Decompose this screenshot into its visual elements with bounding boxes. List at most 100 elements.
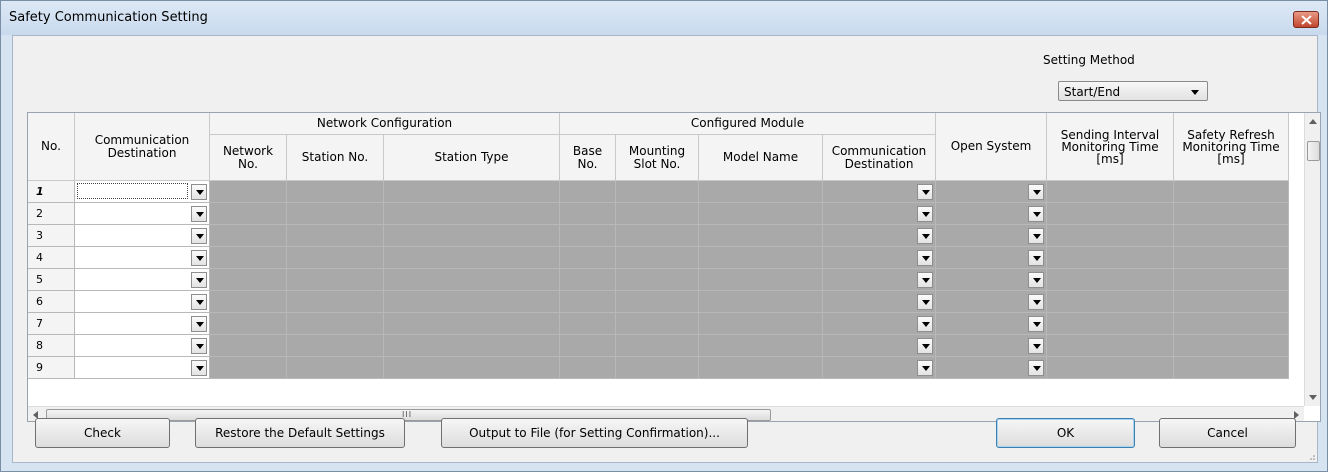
table-cell[interactable] bbox=[699, 291, 823, 313]
communication-destination-select[interactable] bbox=[75, 181, 210, 203]
table-row[interactable]: 7 bbox=[28, 313, 1289, 335]
chevron-down-icon[interactable] bbox=[191, 184, 207, 200]
table-cell[interactable] bbox=[210, 247, 287, 269]
table-cell[interactable] bbox=[699, 203, 823, 225]
vertical-scroll-thumb[interactable] bbox=[1307, 141, 1320, 161]
table-cell[interactable] bbox=[384, 225, 560, 247]
table-cell[interactable] bbox=[384, 335, 560, 357]
table-cell[interactable] bbox=[210, 181, 287, 203]
open-system-select[interactable] bbox=[936, 269, 1047, 291]
table-row[interactable]: 3 bbox=[28, 225, 1289, 247]
chevron-down-icon[interactable] bbox=[917, 206, 933, 222]
table-cell[interactable] bbox=[287, 225, 384, 247]
table-cell[interactable] bbox=[1174, 225, 1289, 247]
module-communication-destination-select[interactable] bbox=[823, 313, 936, 335]
table-cell[interactable] bbox=[210, 291, 287, 313]
chevron-down-icon[interactable] bbox=[917, 250, 933, 266]
table-cell[interactable] bbox=[287, 203, 384, 225]
communication-destination-select[interactable] bbox=[75, 313, 210, 335]
check-button[interactable]: Check bbox=[35, 418, 170, 448]
open-system-select[interactable] bbox=[936, 247, 1047, 269]
table-cell[interactable] bbox=[616, 181, 699, 203]
table-cell[interactable] bbox=[699, 357, 823, 379]
communication-destination-select[interactable] bbox=[75, 291, 210, 313]
table-cell[interactable] bbox=[699, 247, 823, 269]
table-cell[interactable] bbox=[384, 247, 560, 269]
chevron-down-icon[interactable] bbox=[1028, 316, 1044, 332]
table-cell[interactable] bbox=[1047, 335, 1174, 357]
chevron-down-icon[interactable] bbox=[917, 316, 933, 332]
table-cell[interactable] bbox=[1047, 313, 1174, 335]
open-system-select[interactable] bbox=[936, 313, 1047, 335]
communication-destination-select[interactable] bbox=[75, 225, 210, 247]
chevron-down-icon[interactable] bbox=[1028, 294, 1044, 310]
table-cell[interactable] bbox=[210, 269, 287, 291]
chevron-down-icon[interactable] bbox=[917, 272, 933, 288]
table-cell[interactable] bbox=[616, 335, 699, 357]
table-cell[interactable] bbox=[699, 225, 823, 247]
table-cell[interactable] bbox=[1047, 203, 1174, 225]
chevron-down-icon[interactable] bbox=[191, 294, 207, 310]
chevron-down-icon[interactable] bbox=[1028, 360, 1044, 376]
module-communication-destination-select[interactable] bbox=[823, 225, 936, 247]
module-communication-destination-select[interactable] bbox=[823, 335, 936, 357]
ok-button[interactable]: OK bbox=[996, 418, 1135, 448]
module-communication-destination-select[interactable] bbox=[823, 203, 936, 225]
module-communication-destination-select[interactable] bbox=[823, 357, 936, 379]
restore-default-settings-button[interactable]: Restore the Default Settings bbox=[195, 418, 405, 448]
chevron-down-icon[interactable] bbox=[191, 316, 207, 332]
chevron-down-icon[interactable] bbox=[1028, 272, 1044, 288]
chevron-down-icon[interactable] bbox=[1028, 250, 1044, 266]
open-system-select[interactable] bbox=[936, 335, 1047, 357]
chevron-down-icon[interactable] bbox=[191, 228, 207, 244]
table-cell[interactable] bbox=[1174, 357, 1289, 379]
module-communication-destination-select[interactable] bbox=[823, 247, 936, 269]
table-cell[interactable] bbox=[1174, 335, 1289, 357]
scroll-up-icon[interactable] bbox=[1309, 119, 1317, 124]
table-cell[interactable] bbox=[210, 357, 287, 379]
chevron-down-icon[interactable] bbox=[1028, 338, 1044, 354]
table-cell[interactable] bbox=[1174, 181, 1289, 203]
table-cell[interactable] bbox=[384, 291, 560, 313]
chevron-down-icon[interactable] bbox=[191, 250, 207, 266]
table-cell[interactable] bbox=[384, 181, 560, 203]
table-cell[interactable] bbox=[560, 203, 616, 225]
table-cell[interactable] bbox=[560, 225, 616, 247]
open-system-select[interactable] bbox=[936, 203, 1047, 225]
table-cell[interactable] bbox=[560, 313, 616, 335]
table-cell[interactable] bbox=[384, 203, 560, 225]
table-row[interactable]: 2 bbox=[28, 203, 1289, 225]
table-cell[interactable] bbox=[384, 313, 560, 335]
table-cell[interactable] bbox=[560, 269, 616, 291]
table-cell[interactable] bbox=[287, 269, 384, 291]
table-cell[interactable] bbox=[287, 313, 384, 335]
table-cell[interactable] bbox=[616, 269, 699, 291]
table-cell[interactable] bbox=[616, 247, 699, 269]
chevron-down-icon[interactable] bbox=[917, 294, 933, 310]
table-cell[interactable] bbox=[1047, 225, 1174, 247]
table-cell[interactable] bbox=[1047, 181, 1174, 203]
open-system-select[interactable] bbox=[936, 291, 1047, 313]
table-cell[interactable] bbox=[1174, 203, 1289, 225]
table-row[interactable]: 6 bbox=[28, 291, 1289, 313]
output-to-file-button[interactable]: Output to File (for Setting Confirmation… bbox=[441, 418, 748, 448]
vertical-scrollbar[interactable] bbox=[1304, 113, 1320, 406]
table-cell[interactable] bbox=[616, 357, 699, 379]
table-cell[interactable] bbox=[560, 181, 616, 203]
table-cell[interactable] bbox=[560, 247, 616, 269]
chevron-down-icon[interactable] bbox=[191, 338, 207, 354]
table-cell[interactable] bbox=[699, 335, 823, 357]
table-cell[interactable] bbox=[210, 313, 287, 335]
table-cell[interactable] bbox=[384, 357, 560, 379]
chevron-down-icon[interactable] bbox=[1028, 206, 1044, 222]
table-cell[interactable] bbox=[210, 335, 287, 357]
chevron-down-icon[interactable] bbox=[917, 228, 933, 244]
chevron-down-icon[interactable] bbox=[191, 360, 207, 376]
table-cell[interactable] bbox=[210, 203, 287, 225]
table-cell[interactable] bbox=[616, 313, 699, 335]
table-cell[interactable] bbox=[287, 291, 384, 313]
table-cell[interactable] bbox=[384, 269, 560, 291]
table-cell[interactable] bbox=[1047, 291, 1174, 313]
table-row[interactable]: 5 bbox=[28, 269, 1289, 291]
table-cell[interactable] bbox=[287, 181, 384, 203]
